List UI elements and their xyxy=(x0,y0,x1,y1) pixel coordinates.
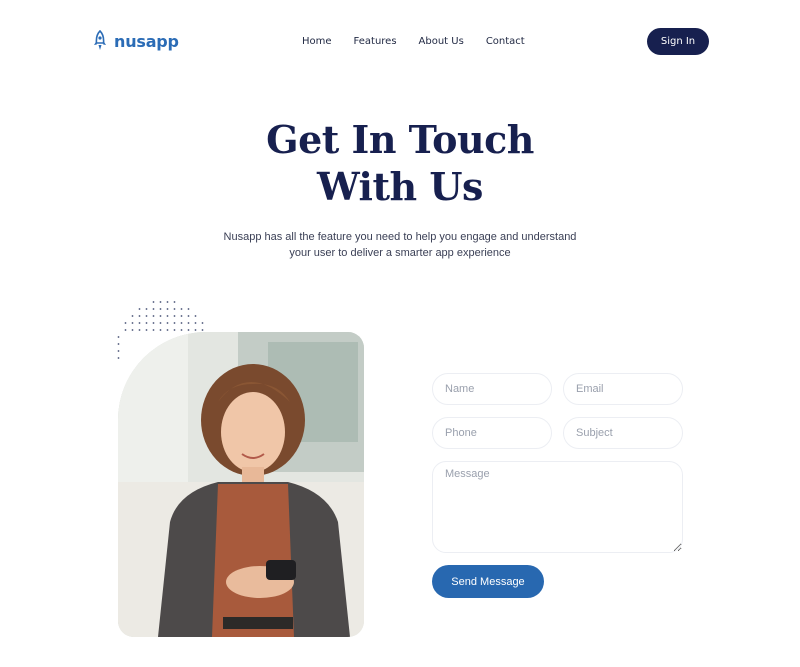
page-subtitle-line-1: Nusapp has all the feature you need to h… xyxy=(223,231,577,243)
dot xyxy=(173,322,176,324)
dot xyxy=(201,322,204,324)
dot xyxy=(173,315,176,317)
main-nav: Home Features About Us Contact xyxy=(302,36,525,47)
nav-features[interactable]: Features xyxy=(354,36,397,47)
brand-name: nusapp xyxy=(114,31,179,51)
dot xyxy=(131,329,134,331)
dot xyxy=(187,315,190,317)
dot xyxy=(180,322,183,324)
subject-input[interactable] xyxy=(563,417,683,449)
send-message-button[interactable]: Send Message xyxy=(432,565,544,598)
dot xyxy=(180,315,183,317)
dot xyxy=(180,308,183,310)
dot xyxy=(138,329,141,331)
dot xyxy=(166,329,169,331)
page-subtitle-line-2: your user to deliver a smarter app exper… xyxy=(289,247,511,259)
site-header: nusapp Home Features About Us Contact Si… xyxy=(0,0,800,84)
email-input[interactable] xyxy=(563,373,683,405)
nav-contact[interactable]: Contact xyxy=(486,36,525,47)
dot xyxy=(194,322,197,324)
dot xyxy=(173,308,176,310)
nav-home[interactable]: Home xyxy=(302,36,332,47)
name-input[interactable] xyxy=(432,373,552,405)
nav-about-us[interactable]: About Us xyxy=(419,36,464,47)
dot xyxy=(166,301,169,303)
dot xyxy=(159,301,162,303)
dot xyxy=(131,322,134,324)
page-title-line-2: With Us xyxy=(317,164,483,209)
dot xyxy=(187,322,190,324)
dot xyxy=(124,329,127,331)
rocket-icon xyxy=(94,30,106,50)
dot xyxy=(117,350,120,352)
message-textarea[interactable] xyxy=(432,461,683,553)
dot xyxy=(152,329,155,331)
phone-input[interactable] xyxy=(432,417,552,449)
dot xyxy=(124,322,127,324)
dot xyxy=(152,315,155,317)
dot xyxy=(152,308,155,310)
dot xyxy=(159,308,162,310)
dot xyxy=(152,301,155,303)
dot xyxy=(131,315,134,317)
page-title: Get In Touch With Us xyxy=(0,116,800,210)
dot xyxy=(166,315,169,317)
dot xyxy=(145,315,148,317)
dot xyxy=(194,329,197,331)
dot xyxy=(145,308,148,310)
dot xyxy=(173,301,176,303)
page-subtitle: Nusapp has all the feature you need to h… xyxy=(200,229,600,261)
woman-with-phone-photo xyxy=(118,332,364,637)
dot xyxy=(159,322,162,324)
dot xyxy=(145,322,148,324)
dot xyxy=(152,322,155,324)
dot xyxy=(194,315,197,317)
dot xyxy=(159,315,162,317)
dot xyxy=(145,329,148,331)
dot xyxy=(159,329,162,331)
brand-logo[interactable]: nusapp xyxy=(92,30,179,52)
dot xyxy=(117,357,120,359)
dot xyxy=(180,329,183,331)
dot xyxy=(117,343,120,345)
dot xyxy=(187,308,190,310)
dot xyxy=(117,336,120,338)
dot xyxy=(187,329,190,331)
dot xyxy=(138,322,141,324)
dot xyxy=(166,308,169,310)
page-title-line-1: Get In Touch xyxy=(266,117,534,162)
dot xyxy=(166,322,169,324)
dot xyxy=(201,329,204,331)
dot xyxy=(173,329,176,331)
dot xyxy=(138,315,141,317)
sign-in-button[interactable]: Sign In xyxy=(647,28,709,55)
dot xyxy=(138,308,141,310)
